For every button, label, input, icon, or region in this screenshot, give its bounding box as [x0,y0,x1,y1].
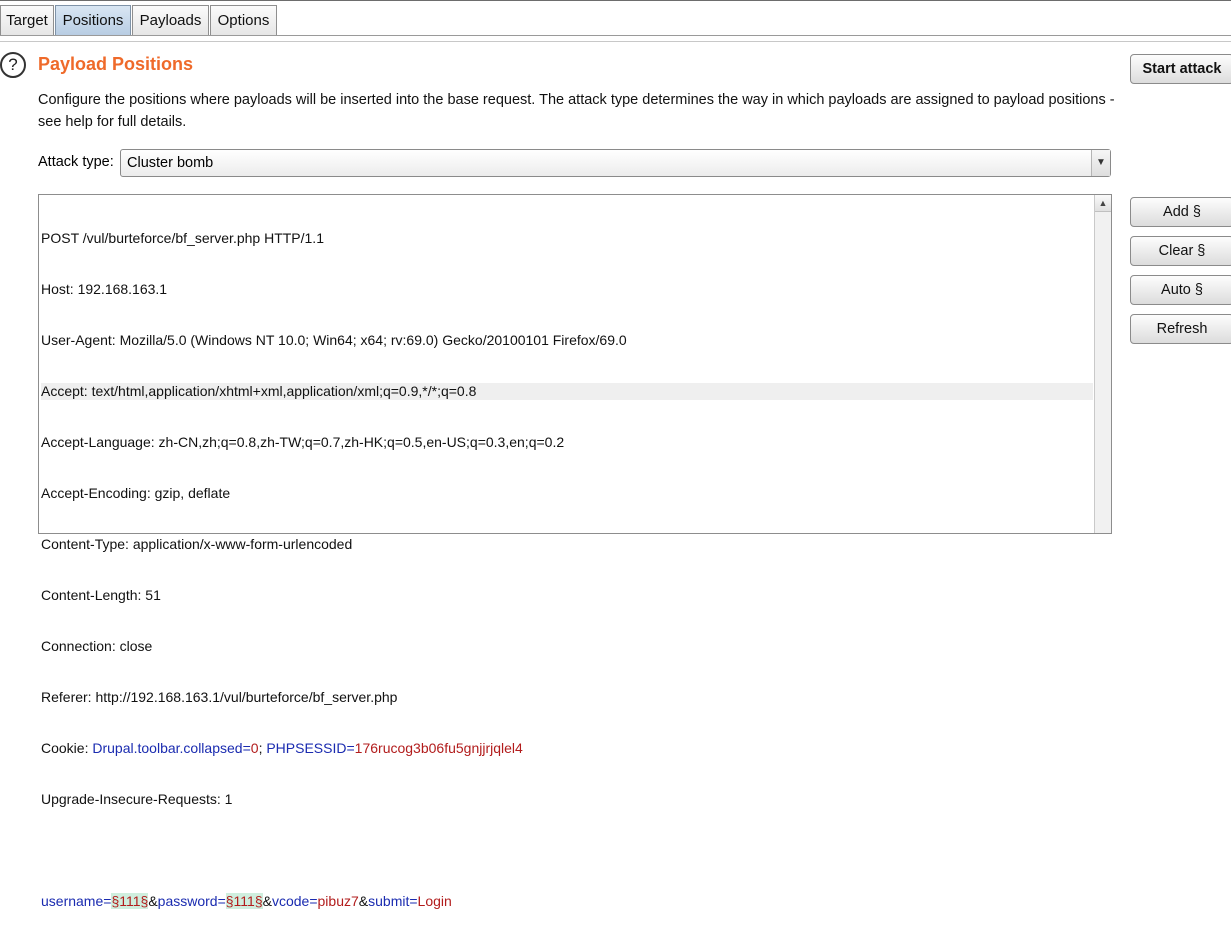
cookie-separator: ; [258,740,267,756]
tab-target[interactable]: Target [0,5,54,35]
tab-positions[interactable]: Positions [55,5,131,35]
param-equals: = [217,893,226,909]
arrow-up-icon[interactable]: ▲ [1095,195,1111,212]
request-line: Content-Type: application/x-www-form-url… [41,536,353,552]
request-line-highlighted: Accept: text/html,application/xhtml+xml,… [41,383,1093,400]
request-line: Upgrade-Insecure-Requests: 1 [41,791,233,807]
param-value: Login [417,893,452,909]
request-line: Accept-Encoding: gzip, deflate [41,485,231,501]
tab-payloads[interactable]: Payloads [132,5,209,35]
cookie-equals: = [242,740,251,756]
cookie-prefix: Cookie: [41,740,93,756]
payload-marker[interactable]: §111§ [111,893,149,909]
payload-marker[interactable]: §111§ [225,893,263,909]
request-line: Content-Length: 51 [41,587,161,603]
tab-divider-lower [0,41,1231,42]
attack-type-value: Cluster bomb [127,155,214,171]
clear-marker-button[interactable]: Clear § [1130,236,1231,266]
request-editor[interactable]: POST /vul/burteforce/bf_server.php HTTP/… [38,194,1112,909]
tab-divider [0,35,1231,36]
param-separator: & [262,893,272,909]
add-marker-button[interactable]: Add § [1130,197,1231,227]
attack-type-select[interactable]: Cluster bomb ▼ [120,149,1111,177]
vertical-scrollbar[interactable]: ▲ [1094,195,1111,533]
request-text: POST /vul/burteforce/bf_server.php HTTP/… [41,196,1093,944]
cookie-key: PHPSESSID [266,740,347,756]
cookie-key: Drupal.toolbar.collapsed [92,740,243,756]
request-blank-line [41,842,1093,859]
refresh-button[interactable]: Refresh [1130,314,1231,344]
cookie-value: 176rucog3b06fu5gnjjrjqlel4 [354,740,523,756]
param-key: password [157,893,218,909]
cookie-line: Cookie: Drupal.toolbar.collapsed=0; PHPS… [41,740,1093,757]
request-line: User-Agent: Mozilla/5.0 (Windows NT 10.0… [41,332,627,348]
chevron-down-icon[interactable]: ▼ [1091,150,1110,176]
section-description: Configure the positions where payloads w… [38,92,1115,130]
tab-bar: Target Positions Payloads Options [0,0,1231,42]
request-line: Host: 192.168.163.1 [41,281,168,297]
tab-options[interactable]: Options [210,5,277,35]
request-body-line: username=§111§&password=§111§&vcode=pibu… [41,893,1093,910]
param-separator: & [358,893,369,909]
help-icon[interactable]: ? [0,52,26,78]
param-separator: & [148,893,158,909]
param-equals: = [409,893,418,909]
param-equals: = [309,893,318,909]
cookie-value: 0 [250,740,259,756]
attack-type-label: Attack type: [38,154,114,170]
start-attack-button[interactable]: Start attack [1130,54,1231,84]
param-key: username [41,893,104,909]
param-value: pibuz7 [317,893,359,909]
request-line: Connection: close [41,638,153,654]
param-key: submit [368,893,410,909]
request-line: Accept-Language: zh-CN,zh;q=0.8,zh-TW;q=… [41,434,565,450]
cookie-equals: = [346,740,355,756]
auto-marker-button[interactable]: Auto § [1130,275,1231,305]
param-key: vcode [271,893,310,909]
request-line: Referer: http://192.168.163.1/vul/burtef… [41,689,398,705]
request-line: POST /vul/burteforce/bf_server.php HTTP/… [41,230,324,246]
section-title: Payload Positions [38,54,194,74]
